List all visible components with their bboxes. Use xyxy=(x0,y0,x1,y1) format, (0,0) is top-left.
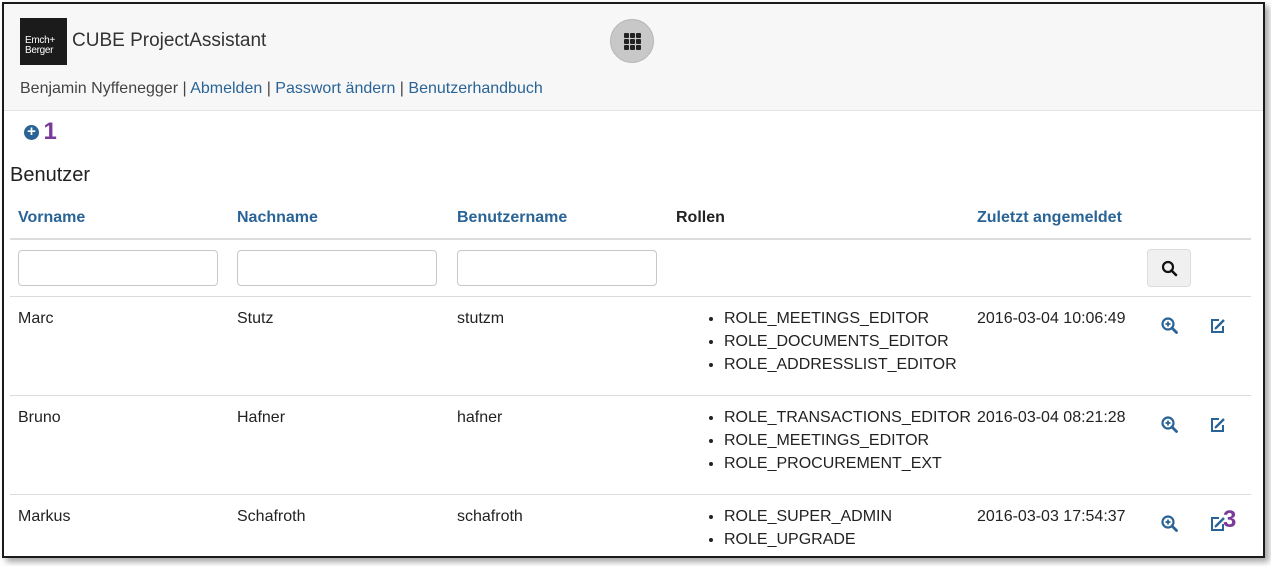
app-title: CUBE ProjectAssistant xyxy=(72,30,267,51)
cell-nachname: Stutz xyxy=(237,310,274,327)
row-divider xyxy=(10,494,1251,495)
edit-icon[interactable] xyxy=(1207,414,1229,436)
column-header-vorname[interactable]: Vorname xyxy=(18,209,85,227)
header: Emch+ Berger CUBE ProjectAssistant Benja… xyxy=(4,4,1263,111)
cell-last-login: 2016-03-03 17:54:37 xyxy=(977,508,1126,525)
role-item: ROLE_MEETINGS_EDITOR xyxy=(724,429,971,452)
cell-last-login: 2016-03-04 08:21:28 xyxy=(977,409,1126,426)
role-item: ROLE_TRANSACTIONS_EDITOR xyxy=(724,406,971,429)
separator: | xyxy=(395,80,409,97)
filter-vorname-input[interactable] xyxy=(18,250,218,286)
column-header-nachname[interactable]: Nachname xyxy=(237,209,318,227)
edit-icon[interactable] xyxy=(1207,315,1229,337)
role-item: ROLE_DOCUMENTS_EDITOR xyxy=(724,330,957,353)
company-logo: Emch+ Berger xyxy=(20,18,67,65)
cell-nachname: Hafner xyxy=(237,409,286,426)
cell-vorname: Marc xyxy=(18,310,54,327)
cell-benutzername: hafner xyxy=(457,409,503,426)
user-manual-link[interactable]: Benutzerhandbuch xyxy=(408,80,542,97)
row-divider xyxy=(10,296,1251,297)
separator: | xyxy=(262,80,276,97)
roles-list: ROLE_SUPER_ADMIN ROLE_UPGRADE xyxy=(708,505,892,551)
filter-benutzername-input[interactable] xyxy=(457,250,657,286)
role-item: ROLE_SUPER_ADMIN xyxy=(724,505,892,528)
logout-link[interactable]: Abmelden xyxy=(190,80,262,97)
search-button[interactable] xyxy=(1147,249,1191,287)
apps-menu-button[interactable] xyxy=(610,19,654,63)
annotation-marker: 1 xyxy=(43,118,57,145)
cell-benutzername: stutzm xyxy=(457,310,505,327)
column-header-benutzername[interactable]: Benutzername xyxy=(457,209,567,227)
search-icon xyxy=(1161,260,1178,277)
separator: | xyxy=(178,80,191,97)
roles-list: ROLE_TRANSACTIONS_EDITOR ROLE_MEETINGS_E… xyxy=(708,406,971,475)
change-password-link[interactable]: Passwort ändern xyxy=(275,80,395,97)
cell-vorname: Bruno xyxy=(18,409,61,426)
role-item: ROLE_UPGRADE xyxy=(724,528,892,551)
header-divider xyxy=(10,238,1251,240)
annotation-marker: 3 xyxy=(1223,506,1237,533)
cell-benutzername: schafroth xyxy=(457,508,523,525)
roles-list: ROLE_MEETINGS_EDITOR ROLE_DOCUMENTS_EDIT… xyxy=(708,307,957,376)
column-header-zuletzt-angemeldet[interactable]: Zuletzt angemeldet xyxy=(977,209,1122,227)
grid-icon xyxy=(624,33,642,51)
plus-circle-icon[interactable]: + xyxy=(24,124,39,140)
user-bar: Benjamin Nyffenegger | Abmelden | Passwo… xyxy=(20,80,543,98)
role-item: ROLE_MEETINGS_EDITOR xyxy=(724,307,957,330)
add-user-row: + 1 xyxy=(24,118,57,146)
cell-last-login: 2016-03-04 10:06:49 xyxy=(977,310,1126,327)
column-header-rollen: Rollen xyxy=(676,209,725,226)
row-divider xyxy=(10,395,1251,396)
page-title: Benutzer xyxy=(10,164,91,186)
role-item: ROLE_PROCUREMENT_EXT xyxy=(724,452,971,475)
zoom-in-icon[interactable] xyxy=(1159,315,1181,337)
zoom-in-icon[interactable] xyxy=(1159,513,1181,535)
cell-vorname: Markus xyxy=(18,508,71,525)
filter-nachname-input[interactable] xyxy=(237,250,437,286)
app-window: Emch+ Berger CUBE ProjectAssistant Benja… xyxy=(2,2,1265,558)
zoom-in-icon[interactable] xyxy=(1159,414,1181,436)
role-item: ROLE_ADDRESSLIST_EDITOR xyxy=(724,353,957,376)
cell-nachname: Schafroth xyxy=(237,508,306,525)
current-user: Benjamin Nyffenegger xyxy=(20,80,179,97)
